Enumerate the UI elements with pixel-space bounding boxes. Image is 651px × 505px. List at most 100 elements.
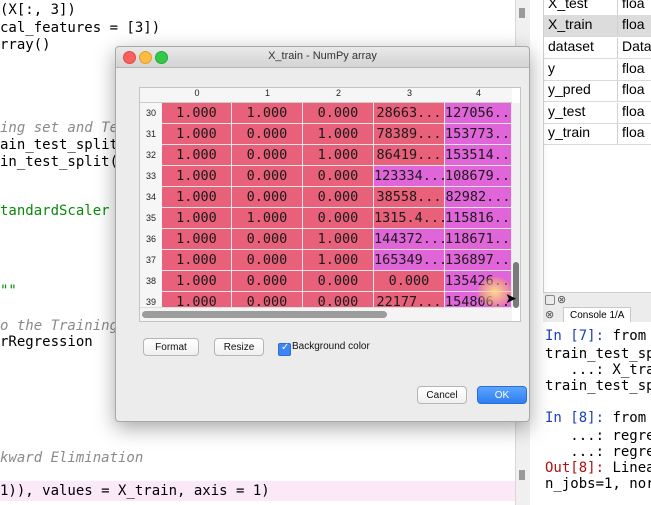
array-cell[interactable]: 123334...: [374, 166, 445, 187]
array-cell[interactable]: 136897...: [445, 250, 512, 271]
array-cell[interactable]: 1.000: [303, 250, 374, 271]
column-header[interactable]: 3: [374, 88, 445, 103]
array-cell[interactable]: 165349...: [374, 250, 445, 271]
array-cell[interactable]: 0.000: [232, 271, 303, 292]
array-grid[interactable]: 01234 30 1.000 1.000 0.000 28663... 127056...…: [139, 87, 521, 322]
array-cell[interactable]: 0.000: [232, 124, 303, 145]
variable-type: Data: [617, 38, 651, 58]
column-header[interactable]: 0: [162, 88, 232, 103]
array-cell[interactable]: 108679...: [445, 166, 512, 187]
code-line: rray(): [0, 37, 51, 53]
array-cell[interactable]: 28663...: [374, 103, 445, 124]
array-cell[interactable]: 1.000: [162, 208, 232, 229]
console-line: n_jobs=1, norm: [545, 476, 651, 492]
row-header[interactable]: 36: [140, 229, 163, 251]
array-cell[interactable]: 153773...: [445, 124, 512, 145]
variable-row[interactable]: X_test floa: [544, 0, 651, 16]
scroll-marker: [519, 8, 525, 18]
array-cell[interactable]: 0.000: [303, 103, 374, 124]
variable-row-selected[interactable]: X_train floa: [544, 15, 651, 37]
array-cell[interactable]: 0.000: [303, 187, 374, 208]
resize-button[interactable]: Resize: [214, 338, 264, 356]
array-cell[interactable]: 0.000: [232, 145, 303, 166]
array-cell[interactable]: 144372...: [374, 229, 445, 250]
code-comment-line: ing set and Te: [0, 120, 119, 136]
array-cell[interactable]: 0.000: [232, 187, 303, 208]
variable-type: floa: [617, 124, 645, 144]
array-cell[interactable]: 1.000: [162, 166, 232, 187]
variable-name: dataset: [548, 38, 594, 54]
dialog-titlebar[interactable]: X_train - NumPy array: [116, 47, 529, 68]
array-cell[interactable]: 1.000: [162, 103, 232, 124]
variable-type: floa: [617, 16, 645, 36]
console-line: ...: regre: [545, 428, 651, 444]
undock-icon[interactable]: [545, 295, 555, 305]
console-line: train_test_sp: [545, 346, 651, 362]
array-cell[interactable]: 1.000: [162, 145, 232, 166]
row-header[interactable]: 38: [140, 271, 163, 293]
array-cell[interactable]: 1.000: [162, 271, 232, 292]
row-header[interactable]: 34: [140, 187, 163, 209]
column-header[interactable]: 1: [232, 88, 303, 103]
variable-row[interactable]: y floa: [544, 59, 651, 81]
variable-name: y_train: [548, 124, 591, 140]
code-line: (X[:, 3]): [0, 2, 76, 18]
array-cell[interactable]: 0.000: [232, 229, 303, 250]
grid-horizontal-scrollbar[interactable]: [140, 307, 512, 321]
array-cell[interactable]: 82982...: [445, 187, 512, 208]
row-header[interactable]: 32: [140, 145, 163, 167]
array-cell[interactable]: 1.000: [303, 229, 374, 250]
checkmark-icon: ✓: [281, 342, 290, 353]
variable-name: y_pred: [548, 81, 591, 97]
column-header[interactable]: 4: [445, 88, 512, 103]
console-line: train_test_sp: [545, 378, 651, 394]
variable-type: floa: [617, 60, 645, 80]
row-header[interactable]: 37: [140, 250, 163, 272]
console-line: In [7]: from: [545, 328, 647, 344]
array-cell[interactable]: 115816...: [445, 208, 512, 229]
row-header[interactable]: 35: [140, 208, 163, 230]
array-cell[interactable]: 1315.4...: [374, 208, 445, 229]
variable-type: floa: [617, 103, 645, 123]
row-header[interactable]: 33: [140, 166, 163, 188]
array-cell[interactable]: 0.000: [303, 166, 374, 187]
variable-row[interactable]: y_train floa: [544, 123, 651, 145]
console-line: ...: regre: [545, 444, 651, 460]
array-cell[interactable]: 118671...: [445, 229, 512, 250]
array-cell[interactable]: 1.000: [232, 208, 303, 229]
format-button[interactable]: Format: [143, 338, 199, 356]
row-header[interactable]: 31: [140, 124, 163, 146]
grid-horizontal-scroll-thumb[interactable]: [142, 311, 387, 318]
array-cell[interactable]: 1.000: [162, 250, 232, 271]
array-cell[interactable]: 86419...: [374, 145, 445, 166]
ok-button[interactable]: OK: [477, 386, 527, 404]
variable-type: floa: [617, 0, 645, 15]
array-cell[interactable]: 1.000: [232, 103, 303, 124]
cancel-button[interactable]: Cancel: [417, 386, 467, 404]
array-cell[interactable]: 78389...: [374, 124, 445, 145]
array-cell[interactable]: 38558...: [374, 187, 445, 208]
array-cell[interactable]: 153514...: [445, 145, 512, 166]
row-header[interactable]: 30: [140, 103, 163, 125]
array-cell[interactable]: 0.000: [232, 250, 303, 271]
array-cell[interactable]: 0.000: [232, 166, 303, 187]
array-cell[interactable]: 1.000: [162, 229, 232, 250]
close-tab-icon[interactable]: ⊗: [545, 308, 554, 321]
code-comment-line: kward Elimination: [0, 450, 144, 466]
array-cell[interactable]: 1.000: [162, 124, 232, 145]
variable-row[interactable]: dataset Data: [544, 37, 651, 59]
array-cell[interactable]: 1.000: [303, 124, 374, 145]
column-header[interactable]: 2: [303, 88, 374, 103]
variable-row[interactable]: y_pred floa: [544, 80, 651, 102]
array-editor-dialog: X_train - NumPy array 01234 30 1.000 1.000…: [115, 46, 530, 422]
array-cell[interactable]: 0.000: [374, 271, 445, 292]
variable-row[interactable]: y_test floa: [544, 102, 651, 124]
background-color-checkbox[interactable]: ✓: [278, 342, 291, 356]
array-cell[interactable]: 0.000: [303, 271, 374, 292]
array-cell[interactable]: 0.000: [303, 208, 374, 229]
array-cell[interactable]: 1.000: [303, 145, 374, 166]
array-cell[interactable]: 127056...: [445, 103, 512, 124]
array-cell[interactable]: 1.000: [162, 187, 232, 208]
ipython-console[interactable]: In [7]: from train_test_sp ...: X_tra tr…: [543, 322, 651, 505]
close-pane-icon[interactable]: ⊗: [557, 293, 566, 306]
